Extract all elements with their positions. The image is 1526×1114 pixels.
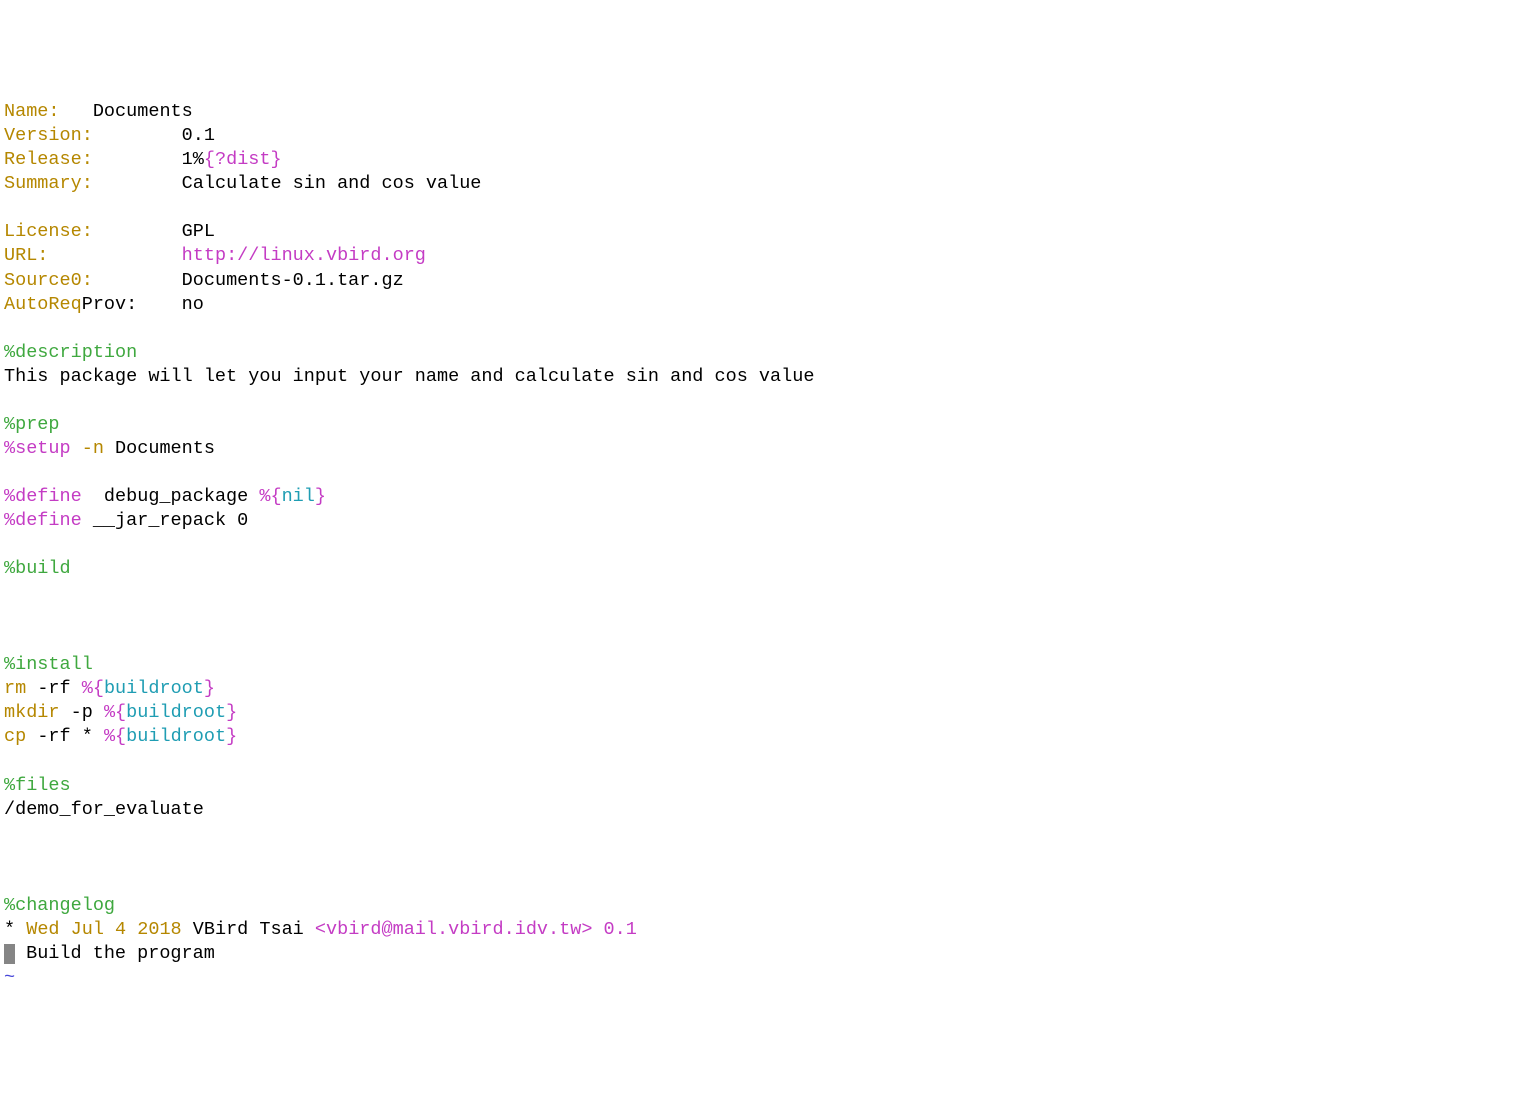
changelog-date: Wed Jul 4 2018: [26, 919, 181, 940]
rm-open: %{: [82, 678, 104, 699]
changelog-space: [592, 919, 603, 940]
name-value: Documents: [93, 101, 193, 122]
cp-cmd: cp: [4, 726, 26, 747]
version-value: 0.1: [182, 125, 215, 146]
changelog-star: *: [4, 919, 26, 940]
define1-name: debug_package: [82, 486, 260, 507]
rm-flags: -rf: [26, 678, 82, 699]
license-value: GPL: [182, 221, 215, 242]
autoreq-key1: AutoReq: [4, 294, 82, 315]
brace-close: }: [271, 149, 282, 170]
files-path: /demo_for_evaluate: [4, 799, 204, 820]
mkdir-flags: -p: [60, 702, 104, 723]
changelog-author: VBird Tsai: [182, 919, 315, 940]
changelog-entry: Build the program: [15, 943, 215, 964]
rm-close: }: [204, 678, 215, 699]
buildroot-var-2: buildroot: [126, 702, 226, 723]
buildroot-var-3: buildroot: [126, 726, 226, 747]
mkdir-cmd: mkdir: [4, 702, 60, 723]
cp-open: %{: [104, 726, 126, 747]
define2-text: __jar_repack 0: [82, 510, 249, 531]
source0-key: Source0:: [4, 270, 93, 291]
nil-var: nil: [282, 486, 315, 507]
define1-close: }: [315, 486, 326, 507]
release-key: Release:: [4, 149, 93, 170]
release-prefix: 1%: [182, 149, 204, 170]
source0-value: Documents-0.1.tar.gz: [182, 270, 404, 291]
summary-key: Summary:: [4, 173, 93, 194]
install-directive: %install: [4, 654, 93, 675]
autoreq-key2: Prov:: [82, 294, 138, 315]
buildroot-var-1: buildroot: [104, 678, 204, 699]
define1-macro: %define: [4, 486, 82, 507]
url-value: http://linux.vbird.org: [182, 245, 426, 266]
cp-flags: -rf *: [26, 726, 104, 747]
cp-close: }: [226, 726, 237, 747]
mkdir-open: %{: [104, 702, 126, 723]
define2-macro: %define: [4, 510, 82, 531]
dist-var: ?dist: [215, 149, 271, 170]
changelog-version: 0.1: [604, 919, 637, 940]
description-text: This package will let you input your nam…: [4, 366, 814, 387]
license-key: License:: [4, 221, 93, 242]
mkdir-close: }: [226, 702, 237, 723]
version-key: Version:: [4, 125, 93, 146]
empty-line-tilde: ~: [4, 967, 15, 988]
rm-cmd: rm: [4, 678, 26, 699]
editor-content[interactable]: Name: Documents Version: 0.1 Release: 1%…: [4, 100, 1522, 990]
url-key: URL:: [4, 245, 48, 266]
summary-value: Calculate sin and cos value: [182, 173, 482, 194]
changelog-email: <vbird@mail.vbird.idv.tw>: [315, 919, 593, 940]
prep-directive: %prep: [4, 414, 60, 435]
description-directive: %description: [4, 342, 137, 363]
brace-open: {: [204, 149, 215, 170]
changelog-directive: %changelog: [4, 895, 115, 916]
cursor-block: [4, 944, 15, 964]
autoreq-value: no: [182, 294, 204, 315]
define1-open: %{: [259, 486, 281, 507]
name-key: Name:: [4, 101, 60, 122]
setup-arg: Documents: [104, 438, 215, 459]
setup-macro: %setup: [4, 438, 71, 459]
build-directive: %build: [4, 558, 71, 579]
files-directive: %files: [4, 775, 71, 796]
setup-flag: -n: [71, 438, 104, 459]
